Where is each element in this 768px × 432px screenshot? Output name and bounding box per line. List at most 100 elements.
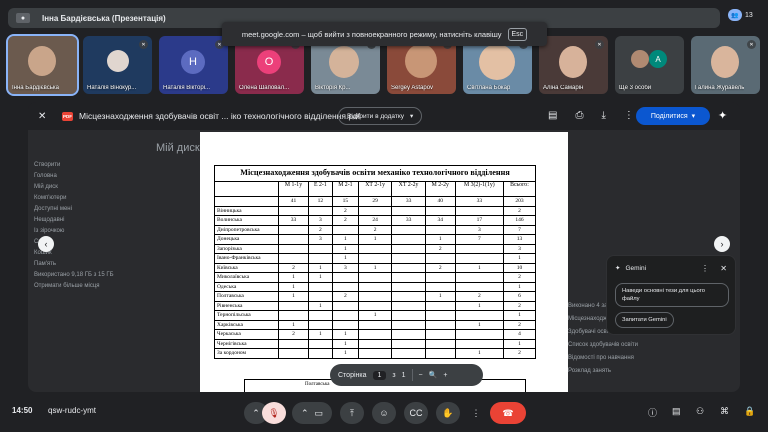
more-options-button[interactable]: ⋮: [468, 402, 484, 424]
close-icon[interactable]: ✕: [720, 264, 727, 273]
participant-avatar: Н: [181, 50, 205, 74]
table-cell: Е 2-1: [307, 181, 333, 197]
participant-video: [631, 50, 649, 68]
mic-toggle-button[interactable]: 🎙: [262, 402, 286, 424]
download-icon[interactable]: ⤓: [601, 110, 605, 121]
table-cell: [331, 224, 359, 235]
raise-hand-button[interactable]: ✋: [436, 402, 460, 424]
drive-item: Доступні мені: [34, 206, 72, 212]
table-cell: 2: [502, 319, 537, 330]
present-button[interactable]: ⤒: [340, 402, 364, 424]
table-cell: 24: [357, 215, 393, 226]
table-row: Рівненська 1 1 2: [214, 300, 537, 311]
table-cell: [391, 329, 426, 340]
emoji-button[interactable]: ☺: [372, 402, 396, 424]
captions-button[interactable]: CC: [404, 402, 428, 424]
pdf-page: Місцезнаходження здобувачів освіти механ…: [200, 132, 568, 392]
table-cell: 2: [502, 348, 537, 359]
table-cell: [278, 205, 309, 216]
camera-icon: ▭: [314, 407, 324, 418]
print-icon[interactable]: ⎙: [575, 110, 583, 121]
drive-title: Мій диск: [156, 142, 200, 154]
more-icon[interactable]: ⋮: [624, 110, 634, 121]
host-controls-icon[interactable]: 🔒: [744, 406, 755, 417]
table-cell: [331, 319, 359, 330]
table-cell: [214, 196, 279, 207]
fullscreen-toast: meet.google.com – щоб вийти з повноекран…: [222, 22, 547, 46]
people-icon[interactable]: ⚇: [696, 406, 704, 417]
table-cell: 1: [424, 291, 456, 302]
share-button[interactable]: Поділитися ▾: [636, 107, 710, 125]
participant-tile[interactable]: Інна Бардієвська: [6, 34, 79, 96]
table-cell: [391, 253, 426, 264]
more-icon: ⋮: [471, 407, 481, 418]
table-cell: [331, 272, 359, 283]
table-header-row: М 1-1у Е 2-1 М 2-1 ХТ 2-1у ХТ 2-2у М 2-2у М 3(…: [214, 181, 537, 197]
zoom-icon[interactable]: 🔍: [429, 371, 438, 379]
table-cell: [357, 348, 393, 359]
next-arrow-icon[interactable]: ›: [714, 236, 730, 252]
table-cell: [391, 310, 426, 321]
close-icon[interactable]: ✕: [38, 111, 52, 122]
prev-arrow-icon[interactable]: ‹: [38, 236, 54, 252]
zoom-out-icon[interactable]: −: [419, 372, 423, 379]
more-icon[interactable]: ⋮: [701, 264, 709, 273]
gemini-spark-icon[interactable]: ✦: [718, 109, 727, 122]
people-count-value: 13: [745, 11, 753, 19]
esc-key: Esc: [507, 27, 528, 41]
table-cell: Рівненська: [214, 300, 279, 311]
participant-tile[interactable]: ✕ Галина Журавель: [691, 36, 760, 94]
participant-tile[interactable]: Н ✕ Наталія Вікторі...: [159, 36, 228, 94]
table-cell: [424, 329, 456, 340]
activities-icon[interactable]: ⌘: [720, 406, 729, 417]
comment-icon[interactable]: ▤: [548, 110, 557, 121]
table-cell: [307, 338, 333, 349]
table-cell: [454, 243, 504, 254]
table-cell: 1: [331, 348, 359, 359]
table-cell: [307, 291, 333, 302]
viewer-actions: ▤ ⎙ ⤓ ⋮: [548, 110, 634, 121]
info-icon[interactable]: ⓘ: [648, 406, 657, 419]
table-cell: 203: [502, 196, 537, 207]
table-cell: 1: [331, 329, 359, 340]
drive-item: Головна: [34, 173, 57, 179]
table-cell: 1: [424, 234, 456, 245]
table-cell: 33: [278, 215, 309, 226]
table-cell: [278, 310, 309, 321]
mic-off-icon: ✕: [595, 40, 604, 49]
table-cell: [307, 310, 333, 321]
people-icon: 👥: [728, 9, 742, 21]
drive-sidebar: Створити Головна Мій диск Комп'ютери Дос…: [34, 160, 124, 292]
table-row: Харківська 1 1 2: [214, 319, 537, 330]
zoom-in-icon[interactable]: +: [443, 372, 447, 379]
participant-tile[interactable]: ✕ Наталія Вінокур...: [83, 36, 152, 94]
table-cell: [357, 243, 393, 254]
open-with-button[interactable]: Відкрити в додатку ▾: [338, 107, 423, 125]
chat-icon[interactable]: ▤: [672, 406, 681, 417]
table-cell: [424, 224, 456, 235]
table-cell: М 2-1: [331, 181, 359, 197]
participant-tile[interactable]: ✕ Аліна Самарін: [539, 36, 608, 94]
gemini-suggestion-chip[interactable]: Наведи основні тези для цього файлу: [615, 283, 729, 307]
table-cell: [391, 234, 426, 245]
table-row: Запорізька 1 2 3: [214, 243, 537, 254]
ask-gemini-chip[interactable]: Запитати Gemini: [615, 312, 674, 328]
people-count[interactable]: 👥 13: [728, 9, 753, 21]
page-input[interactable]: 1: [372, 370, 387, 380]
table-row: Полтавська 1 2 1 2 6: [214, 291, 537, 302]
gemini-panel: ✦ Gemini ⋮ ✕ Наведи основні тези для цьо…: [606, 255, 736, 335]
table-cell: [307, 281, 333, 292]
table-cell: 2: [331, 205, 359, 216]
camera-button[interactable]: ⌃ ▭: [292, 402, 332, 424]
table-cell: Тернопільська: [214, 310, 279, 321]
drive-item: Пам'ять: [34, 261, 57, 267]
page-navigator: Сторінка 1 з 1 − 🔍 +: [330, 364, 483, 386]
table-cell: 1: [502, 338, 537, 349]
pager-total: 1: [401, 371, 406, 379]
table-cell: [454, 253, 504, 264]
participant-video: [107, 50, 129, 72]
table-cell: [424, 338, 456, 349]
participant-tile-more[interactable]: A Ще 3 особи: [615, 36, 684, 94]
drive-item: Мій диск: [34, 184, 58, 190]
leave-call-button[interactable]: ☎: [490, 402, 526, 424]
